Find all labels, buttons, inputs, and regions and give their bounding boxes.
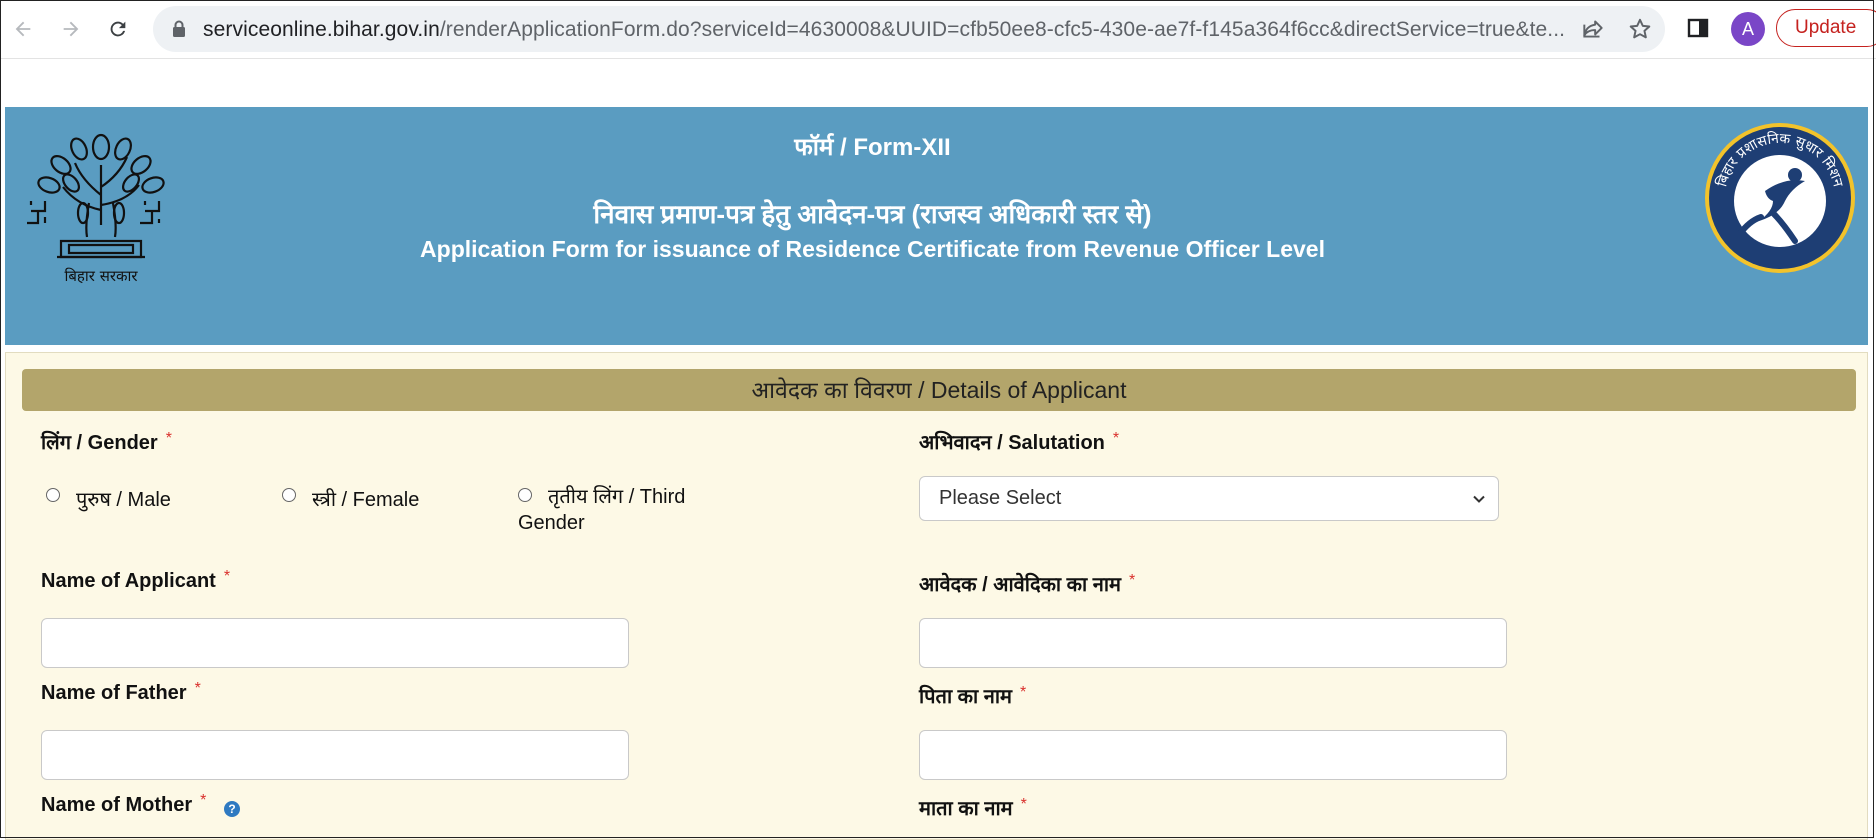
- required-mark: *: [165, 430, 172, 447]
- star-icon[interactable]: [1627, 16, 1653, 42]
- mission-logo-icon: बिहार प्रशासनिक सुधार मिशन: [1705, 123, 1855, 273]
- svg-text:बिहार सरकार: बिहार सरकार: [64, 267, 138, 285]
- radio-button[interactable]: [46, 488, 60, 502]
- profile-avatar[interactable]: A: [1731, 12, 1765, 46]
- reload-icon: [110, 21, 126, 37]
- required-mark: *: [1112, 430, 1120, 447]
- father-name-en-input[interactable]: [41, 730, 629, 780]
- applicant-name-hi-label: आवेदक / आवेदिका का नाम *: [919, 572, 1136, 596]
- radio-button[interactable]: [282, 488, 296, 502]
- help-icon[interactable]: ?: [224, 801, 240, 817]
- url-text: serviceonline.bihar.gov.in/renderApplica…: [203, 18, 1566, 41]
- salutation-select[interactable]: Please Select: [919, 476, 1499, 521]
- avatar-letter: A: [1741, 18, 1754, 39]
- back-button[interactable]: [6, 12, 40, 46]
- father-name-en-label: Name of Father *: [41, 680, 201, 704]
- gender-label: लिंग / Gender *: [41, 430, 172, 454]
- mother-name-en-label: Name of Mother *: [41, 792, 207, 816]
- form-title-hindi: निवास प्रमाण-पत्र हेतु आवेदन-पत्र (राजस्…: [593, 199, 1152, 229]
- section-header: आवेदक का विवरण / Details of Applicant: [22, 369, 1856, 411]
- required-mark: *: [1129, 572, 1136, 589]
- forward-button[interactable]: [54, 12, 88, 46]
- address-bar[interactable]: serviceonline.bihar.gov.in/renderApplica…: [153, 6, 1665, 52]
- applicant-form: आवेदक का विवरण / Details of Applicant लि…: [5, 352, 1868, 840]
- father-name-hi-input[interactable]: [919, 730, 1507, 780]
- side-panel-icon[interactable]: [1686, 16, 1710, 40]
- required-mark: *: [223, 568, 231, 585]
- radio-button[interactable]: [518, 488, 532, 502]
- required-mark: *: [200, 792, 207, 809]
- chevron-down-icon: [1473, 495, 1485, 503]
- required-mark: *: [194, 680, 201, 697]
- page-header: बिहार सरकार फॉर्म / Form-XII निवास प्रमा…: [5, 107, 1868, 345]
- reload-button[interactable]: [101, 12, 135, 46]
- lock-icon: [173, 20, 185, 37]
- applicant-name-en-label: Name of Applicant *: [41, 568, 231, 592]
- applicant-name-en-input[interactable]: [41, 618, 629, 668]
- father-name-hi-label: पिता का नाम *: [919, 684, 1027, 708]
- applicant-name-hi-input[interactable]: [919, 618, 1507, 668]
- mother-name-hi-label: माता का नाम *: [919, 796, 1027, 820]
- required-mark: *: [1020, 796, 1027, 813]
- arrow-right-icon: [63, 21, 79, 37]
- share-icon[interactable]: [1580, 16, 1606, 42]
- form-number: फॉर्म / Form-XII: [794, 134, 951, 161]
- required-mark: *: [1020, 684, 1027, 701]
- form-title-english: Application Form for issuance of Residen…: [420, 236, 1325, 262]
- salutation-label: अभिवादन / Salutation *: [919, 430, 1120, 454]
- update-button[interactable]: Update: [1776, 9, 1876, 47]
- browser-toolbar: serviceonline.bihar.gov.in/renderApplica…: [0, 0, 1876, 59]
- arrow-left-icon: [15, 21, 31, 37]
